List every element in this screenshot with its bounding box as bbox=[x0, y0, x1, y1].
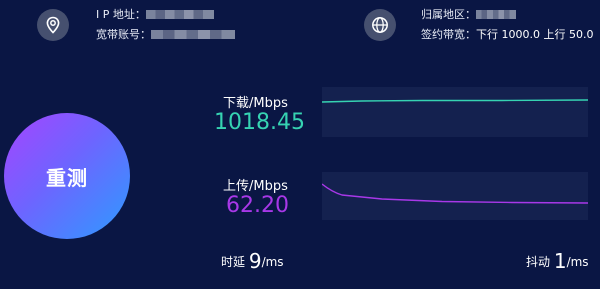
jitter-value: 1 bbox=[553, 249, 567, 273]
broadband-account-row: 宽带账号： bbox=[96, 28, 235, 42]
region-row: 归属地区： bbox=[421, 8, 516, 22]
download-label: 下载/Mbps bbox=[223, 96, 288, 111]
retest-button[interactable]: 重测 bbox=[4, 113, 130, 239]
upload-label: 上传/Mbps bbox=[223, 179, 288, 194]
latency-label: 时延 bbox=[221, 255, 246, 269]
bandwidth-row: 签约带宽：下行 1000.0 上行 50.0 bbox=[421, 28, 593, 42]
broadband-account-value-masked bbox=[151, 30, 235, 39]
latency-value: 9 bbox=[248, 249, 262, 273]
download-value: 1018.45 bbox=[214, 110, 305, 135]
latency-unit: /ms bbox=[261, 255, 284, 269]
location-pin-icon bbox=[37, 9, 69, 41]
download-series-line bbox=[321, 99, 589, 103]
retest-button-label: 重测 bbox=[46, 165, 88, 190]
bandwidth-label: 签约带宽： bbox=[421, 28, 476, 41]
region-value-masked bbox=[476, 10, 516, 19]
region-label: 归属地区： bbox=[421, 8, 476, 21]
ip-address-row: I P 地址： bbox=[96, 8, 214, 22]
globe-icon bbox=[364, 9, 396, 41]
jitter-unit: /ms bbox=[566, 255, 589, 269]
upload-graph bbox=[321, 172, 589, 220]
jitter-label: 抖动 bbox=[526, 255, 551, 269]
upload-value: 62.20 bbox=[226, 193, 289, 218]
upload-series-line bbox=[321, 183, 589, 204]
download-graph bbox=[321, 87, 589, 137]
ip-address-value-masked bbox=[145, 10, 214, 19]
jitter-row: 抖动 1/ms bbox=[526, 249, 589, 273]
ip-address-label: I P 地址： bbox=[96, 8, 146, 21]
latency-row: 时延 9/ms bbox=[221, 249, 284, 273]
broadband-account-label: 宽带账号： bbox=[96, 28, 151, 41]
bandwidth-value: 下行 1000.0 上行 50.0 bbox=[476, 28, 594, 41]
